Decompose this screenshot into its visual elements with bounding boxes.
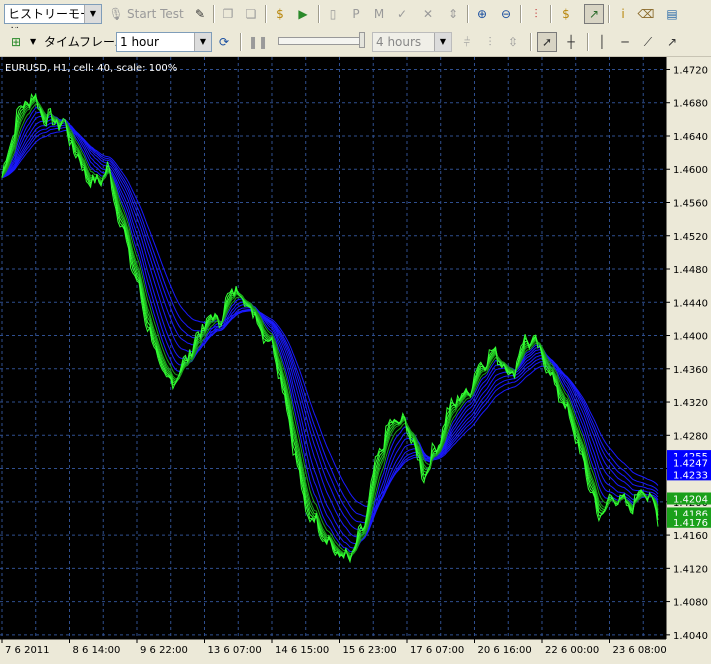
sync-icon[interactable]: ⟳ [214, 32, 234, 52]
ray-icon[interactable]: ↗ [662, 32, 682, 52]
x-tick-label: 9 6 22:00 [140, 645, 188, 656]
toolbar-separator [587, 33, 589, 51]
toolbar-separator [467, 5, 469, 23]
slider-thumb[interactable] [359, 32, 365, 48]
y-tick-label: 1.4360 [673, 365, 708, 376]
x-tick-label: 20 6 16:00 [477, 645, 531, 656]
zoom-in-icon[interactable]: ⊕ [472, 4, 492, 24]
start-test-button[interactable]: Start Test [127, 4, 184, 24]
chart-info-label: EURUSD, H1, cell: 40, scale: 100% [5, 63, 177, 74]
y-tick-label: 1.4280 [673, 431, 708, 442]
timeframe-toolbar: ⊞ ▼ タイムフレーム: 1 hour ▼ ⟳ ❚❚ 4 hours ▼ ⫩ ⫶… [0, 28, 711, 57]
zoom-out-icon[interactable]: ⊖ [496, 4, 516, 24]
x-tick-label: 13 6 07:00 [207, 645, 261, 656]
toolbar-separator [530, 33, 532, 51]
edit-icon[interactable]: ✎ [190, 4, 210, 24]
toolbar-separator [213, 5, 215, 23]
y-tick-label: 1.4480 [673, 265, 708, 276]
toolbar-separator [520, 5, 522, 23]
chevron-down-icon[interactable]: ▼ [84, 5, 101, 23]
chevron-down-icon[interactable]: ▼ [30, 32, 36, 52]
candle-icon[interactable]: ⫶ [480, 32, 500, 52]
x-tick-label: 23 6 08:00 [612, 645, 666, 656]
y-tick-label: 1.4560 [673, 199, 708, 210]
y-tick-label: 1.4320 [673, 398, 708, 409]
toolbar-separator [240, 33, 242, 51]
range-icon[interactable]: ⇳ [503, 32, 523, 52]
x-tick-label: 14 6 15:00 [275, 645, 329, 656]
line-chart-icon[interactable]: ↗ [584, 4, 604, 24]
y-tick-label: 1.4400 [673, 332, 708, 343]
add-chart-icon[interactable]: ⊞ [6, 32, 26, 52]
y-tick-label: 1.4600 [673, 165, 708, 176]
y-tick-label: 1.4720 [673, 65, 708, 76]
broom-icon[interactable]: ⌫ [636, 4, 656, 24]
y-tick-label: 1.4160 [673, 531, 708, 542]
vertical-line-icon[interactable]: │ [592, 32, 612, 52]
price-tag-label: 1.4204 [673, 494, 708, 505]
microphone-icon[interactable]: 🎙 [106, 4, 126, 24]
crosshair-icon[interactable]: ┼ [561, 32, 581, 52]
price-tag-label: 1.4247 [673, 459, 708, 470]
toolbar-separator [265, 5, 267, 23]
main-toolbar: ヒストリーモード ▼ 🎙 Start Test ✎ ❐ ❏ $ ▶ ▯ P M … [0, 0, 711, 39]
x-tick-label: 22 6 00:00 [545, 645, 599, 656]
updown-icon[interactable]: ⇕ [443, 4, 463, 24]
y-tick-label: 1.4640 [673, 132, 708, 143]
toolbar-separator [318, 5, 320, 23]
interval-select-value: 4 hours [376, 35, 422, 49]
y-tick-label: 1.4440 [673, 298, 708, 309]
forward-icon[interactable]: ▶ [293, 4, 313, 24]
mode-select[interactable]: ヒストリーモード ▼ [4, 4, 102, 39]
trendline-icon[interactable]: ⟋ [638, 32, 658, 52]
candles-icon[interactable]: ⫶ [526, 4, 546, 24]
timeframe-select[interactable]: 1 hour ▼ [116, 32, 212, 52]
y-tick-label: 1.4520 [673, 232, 708, 243]
money-icon[interactable]: $ [270, 4, 290, 24]
delete-icon[interactable]: ✕ [418, 4, 438, 24]
speed-slider[interactable] [278, 32, 365, 48]
price-tag-label: 1.4176 [673, 518, 708, 529]
paste-icon[interactable]: ❏ [241, 4, 261, 24]
y-tick-label: 1.4080 [673, 598, 708, 609]
x-tick-label: 15 6 23:00 [342, 645, 396, 656]
toolbar-separator [608, 5, 610, 23]
y-tick-label: 1.4120 [673, 564, 708, 575]
copy-icon[interactable]: ❐ [218, 4, 238, 24]
price-tag-label: 1.4233 [673, 470, 708, 481]
cursor-icon[interactable]: ➚ [537, 32, 557, 52]
timeframe-select-value: 1 hour [120, 35, 159, 49]
y-tick-label: 1.4680 [673, 99, 708, 110]
horizontal-line-icon[interactable]: ─ [615, 32, 635, 52]
settings-icon[interactable]: ▤ [662, 4, 682, 24]
pause-icon[interactable]: ❚❚ [248, 32, 268, 52]
toolbar-separator [550, 5, 552, 23]
bar-icon[interactable]: ⫩ [457, 32, 477, 52]
y-tick-label: 1.4040 [673, 631, 708, 642]
x-tick-label: 17 6 07:00 [410, 645, 464, 656]
new-document-icon[interactable]: ▯ [323, 4, 343, 24]
m-icon[interactable]: M [369, 4, 389, 24]
price-chart[interactable]: 1.4720 1.4680 1.4640 1.4600 1.4560 1.4520 1.44… [0, 57, 711, 661]
chevron-down-icon[interactable]: ▼ [194, 33, 211, 51]
dollar-icon[interactable]: $ [556, 4, 576, 24]
interval-select[interactable]: 4 hours ▼ [372, 32, 452, 52]
x-tick-label: 8 6 14:00 [72, 645, 120, 656]
check-icon[interactable]: ✓ [392, 4, 412, 24]
x-tick-label: 7 6 2011 [5, 645, 50, 656]
p-icon[interactable]: P [346, 4, 366, 24]
chart-svg[interactable]: 1.4720 1.4680 1.4640 1.4600 1.4560 1.4520 1.44… [0, 57, 711, 661]
info-icon[interactable]: i [613, 4, 633, 24]
chevron-down-icon[interactable]: ▼ [434, 33, 451, 51]
